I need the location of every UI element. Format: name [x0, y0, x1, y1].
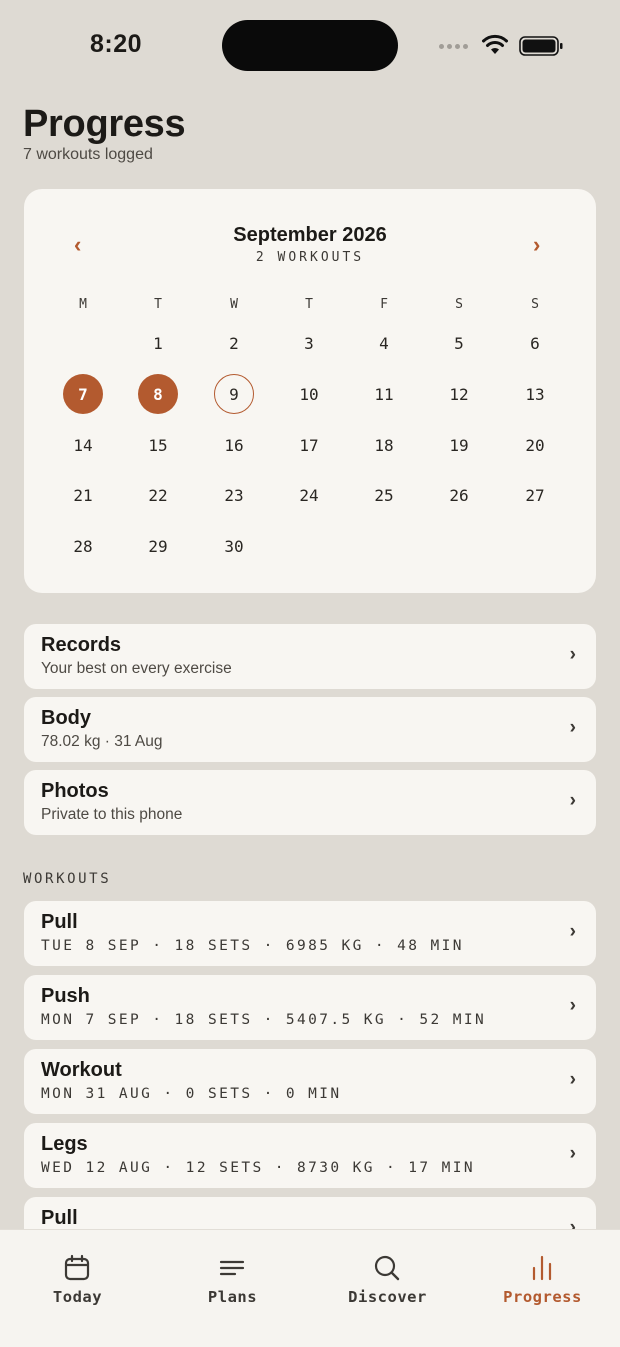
calendar-day[interactable]: 28 [63, 526, 103, 566]
chevron-right-icon: › [569, 1143, 576, 1164]
calendar-day[interactable]: 15 [138, 425, 178, 465]
calendar-day[interactable]: 20 [515, 425, 555, 465]
workout-row[interactable]: Pull TUE 8 SEP · 18 SETS · 6985 KG · 48 … [24, 901, 596, 966]
calendar-day[interactable]: 12 [439, 374, 479, 414]
row-subtitle: Private to this phone [41, 806, 183, 823]
workout-row[interactable]: Legs WED 12 AUG · 12 SETS · 8730 KG · 17… [24, 1123, 596, 1188]
chevron-right-icon: › [569, 1069, 576, 1090]
row-subtitle: Your best on every exercise [41, 660, 232, 677]
calendar-day[interactable]: 30 [214, 526, 254, 566]
battery-icon [519, 36, 563, 56]
workout-meta: MON 31 AUG · 0 SETS · 0 MIN [41, 1086, 342, 1102]
calendar-day[interactable]: 19 [439, 425, 479, 465]
weekday-label: T [154, 297, 162, 312]
calendar-workout-count: 2 WORKOUTS [255, 250, 365, 265]
calendar-day[interactable]: 16 [214, 425, 254, 465]
chevron-right-icon: › [569, 995, 576, 1016]
dynamic-island [222, 20, 398, 71]
workout-title: Pull [41, 911, 78, 933]
row-subtitle: 78.02 kg · 31 Aug [41, 733, 163, 750]
weekday-label: W [230, 297, 238, 312]
row-title: Photos [41, 780, 109, 802]
tab-bar: Today Plans Discover Progress [0, 1229, 620, 1347]
calendar-day[interactable]: 10 [289, 374, 329, 414]
calendar-day[interactable]: 3 [289, 323, 329, 363]
wifi-icon [482, 34, 508, 54]
photos-row[interactable]: Photos Private to this phone › [24, 770, 596, 835]
calendar-day[interactable]: 4 [364, 323, 404, 363]
page-subtitle: 7 workouts logged [23, 146, 153, 163]
calendar-day-today[interactable]: 9 [214, 374, 254, 414]
workout-title: Workout [41, 1059, 122, 1081]
tab-progress[interactable]: Progress [465, 1230, 620, 1320]
row-title: Body [41, 707, 91, 729]
workout-title: Push [41, 985, 90, 1007]
calendar-day[interactable]: 23 [214, 475, 254, 515]
calendar-day[interactable]: 22 [138, 475, 178, 515]
row-title: Records [41, 634, 122, 656]
status-icons [439, 34, 564, 58]
records-row[interactable]: Records Your best on every exercise › [24, 624, 596, 689]
workout-meta: WED 12 AUG · 12 SETS · 8730 KG · 17 MIN [41, 1160, 476, 1176]
tab-label: Progress [503, 1288, 582, 1306]
tab-label: Discover [348, 1288, 427, 1306]
weekday-label: S [531, 297, 539, 312]
workout-title: Legs [41, 1133, 88, 1155]
calendar-day-workout[interactable]: 8 [138, 374, 178, 414]
list-icon [219, 1260, 245, 1276]
weekday-label: M [79, 297, 87, 312]
weekday-label: T [305, 297, 313, 312]
calendar-day[interactable]: 6 [515, 323, 555, 363]
calendar-day[interactable]: 24 [289, 475, 329, 515]
calendar-day[interactable]: 26 [439, 475, 479, 515]
tab-label: Plans [207, 1288, 258, 1306]
calendar-day[interactable]: 1 [138, 323, 178, 363]
tab-label: Today [52, 1288, 103, 1306]
tab-plans[interactable]: Plans [155, 1230, 310, 1320]
cellular-signal-icon [439, 44, 468, 49]
calendar-day[interactable]: 2 [214, 323, 254, 363]
weekday-label: S [455, 297, 463, 312]
chevron-right-icon: › [569, 921, 576, 942]
tab-discover[interactable]: Discover [310, 1230, 465, 1320]
calendar-day[interactable]: 5 [439, 323, 479, 363]
page-title: Progress [23, 103, 186, 145]
calendar-day[interactable]: 27 [515, 475, 555, 515]
chevron-right-icon: › [569, 644, 576, 665]
calendar-day[interactable]: 13 [515, 374, 555, 414]
calendar-day[interactable]: 11 [364, 374, 404, 414]
calendar-day[interactable]: 29 [138, 526, 178, 566]
workout-row[interactable]: Push MON 7 SEP · 18 SETS · 5407.5 KG · 5… [24, 975, 596, 1040]
calendar-day[interactable]: 18 [364, 425, 404, 465]
tab-today[interactable]: Today [0, 1230, 155, 1320]
chevron-right-icon: › [569, 717, 576, 738]
weekday-label: F [380, 297, 388, 312]
bar-chart-icon [532, 1255, 552, 1281]
body-row[interactable]: Body 78.02 kg · 31 Aug › [24, 697, 596, 762]
calendar-day[interactable]: 17 [289, 425, 329, 465]
section-label-workouts: WORKOUTS [23, 871, 112, 887]
search-icon [374, 1255, 400, 1281]
calendar-day-workout[interactable]: 7 [63, 374, 103, 414]
calendar-day[interactable]: 21 [63, 475, 103, 515]
workout-row[interactable]: Workout MON 31 AUG · 0 SETS · 0 MIN › [24, 1049, 596, 1114]
calendar-day[interactable]: 14 [63, 425, 103, 465]
status-time: 8:20 [90, 30, 143, 58]
chevron-right-icon: › [569, 790, 576, 811]
workout-meta: TUE 8 SEP · 18 SETS · 6985 KG · 48 MIN [41, 938, 464, 954]
calendar-icon [64, 1254, 90, 1281]
calendar-month: September 2026 [233, 224, 387, 246]
calendar-day[interactable]: 25 [364, 475, 404, 515]
workout-title: Pull [41, 1207, 78, 1229]
workout-meta: MON 7 SEP · 18 SETS · 5407.5 KG · 52 MIN [41, 1012, 487, 1028]
